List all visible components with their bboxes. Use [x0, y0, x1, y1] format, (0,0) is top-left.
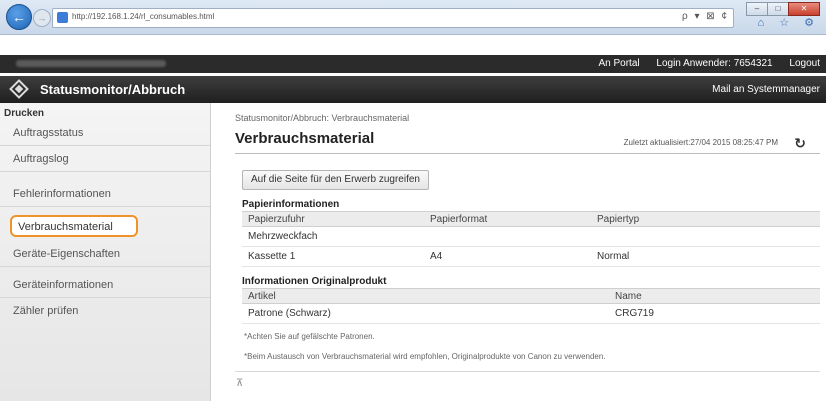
column-header: Papierzufuhr	[242, 211, 424, 227]
original-product-heading: Informationen Originalprodukt	[242, 276, 387, 287]
back-arrow-icon[interactable]: ←	[6, 4, 32, 30]
forward-arrow-icon[interactable]: →	[33, 9, 51, 27]
browser-toolbar-icons[interactable]: ⌂ ☆ ⚙	[758, 16, 820, 29]
address-url[interactable]: http://192.168.1.24/rl_consumables.html	[72, 12, 214, 21]
table-row: Mehrzweckfach	[242, 226, 820, 247]
purchase-page-button[interactable]: Auf die Seite für den Erwerb zugreifen	[242, 170, 429, 190]
paper-info-table: Papierzufuhr Papierformat Papiertyp Mehr…	[242, 211, 820, 267]
address-bar[interactable]: http://192.168.1.24/rl_consumables.html …	[52, 8, 734, 28]
table-row: Kassette 1 A4 Normal	[242, 246, 820, 267]
refresh-icon[interactable]: ↻	[794, 135, 806, 152]
sidebar: Drucken Auftragsstatus Auftragslog Fehle…	[0, 103, 211, 401]
main-content: Statusmonitor/Abbruch: Verbrauchsmateria…	[210, 103, 826, 401]
logout-link[interactable]: Logout	[789, 58, 820, 69]
login-user-label: Login Anwender: 7654321	[656, 58, 773, 69]
sidebar-heading: Drucken	[4, 108, 45, 119]
original-products-note: *Beim Austausch von Verbrauchsmaterial w…	[244, 352, 606, 361]
sidebar-item-auftragslog[interactable]: Auftragslog	[0, 146, 210, 172]
table-header-row: Papierzufuhr Papierformat Papiertyp	[242, 211, 820, 227]
table-cell: Normal	[591, 246, 820, 267]
account-bar: An Portal Login Anwender: 7654321 Logout	[0, 55, 826, 73]
table-cell	[591, 226, 820, 247]
table-cell: CRG719	[609, 303, 820, 324]
address-tools-icons[interactable]: ρ ▾ ⊠ ¢	[682, 11, 729, 22]
back-to-top-icon[interactable]: ⊼	[236, 378, 243, 389]
table-cell: Mehrzweckfach	[242, 226, 424, 247]
table-cell	[424, 226, 591, 247]
portal-link[interactable]: An Portal	[598, 58, 639, 69]
sidebar-item-verbrauchsmaterial[interactable]: Verbrauchsmaterial	[10, 215, 138, 237]
app-logo-icon	[9, 79, 29, 99]
breadcrumb: Statusmonitor/Abbruch: Verbrauchsmateria…	[235, 113, 410, 123]
app-title-bar: Statusmonitor/Abbruch Mail an Systemmana…	[0, 76, 826, 103]
sidebar-item-geraete-eigenschaften[interactable]: Geräte-Eigenschaften	[0, 241, 210, 267]
column-header: Artikel	[242, 288, 609, 304]
footer-divider	[235, 371, 820, 372]
page-favicon-icon	[57, 12, 68, 23]
sidebar-item-geraeteinformationen[interactable]: Geräteinformationen	[0, 272, 210, 298]
table-row: Patrone (Schwarz) CRG719	[242, 303, 820, 324]
original-product-table: Artikel Name Patrone (Schwarz) CRG719	[242, 288, 820, 324]
column-header: Papiertyp	[591, 211, 820, 227]
paper-info-heading: Papierinformationen	[242, 199, 340, 210]
title-divider	[235, 153, 820, 154]
sidebar-item-auftragsstatus[interactable]: Auftragsstatus	[0, 120, 210, 146]
last-updated-text: Zuletzt aktualisiert:27/04 2015 08:25:47…	[623, 138, 778, 147]
table-cell: Kassette 1	[242, 246, 424, 267]
browser-toolbar: ← → http://192.168.1.24/rl_consumables.h…	[0, 0, 826, 35]
column-header: Name	[609, 288, 820, 304]
counterfeit-note: *Achten Sie auf gefälschte Patronen.	[244, 332, 375, 341]
sidebar-item-zaehler-pruefen[interactable]: Zähler prüfen	[0, 298, 210, 324]
table-cell: A4	[424, 246, 591, 267]
table-cell: Patrone (Schwarz)	[242, 303, 609, 324]
sidebar-item-fehlerinformationen[interactable]: Fehlerinformationen	[0, 181, 210, 207]
app-title: Statusmonitor/Abbruch	[40, 82, 186, 97]
mail-admin-link[interactable]: Mail an Systemmanager	[712, 84, 820, 95]
maximize-icon[interactable]: □	[767, 2, 789, 16]
minimize-icon[interactable]: –	[746, 2, 768, 16]
window-controls: – □ ✕	[746, 2, 820, 16]
close-window-icon[interactable]: ✕	[788, 2, 820, 16]
column-header: Papierformat	[424, 211, 591, 227]
page-title: Verbrauchsmaterial	[235, 130, 375, 147]
device-name-redacted	[16, 60, 166, 67]
table-header-row: Artikel Name	[242, 288, 820, 304]
